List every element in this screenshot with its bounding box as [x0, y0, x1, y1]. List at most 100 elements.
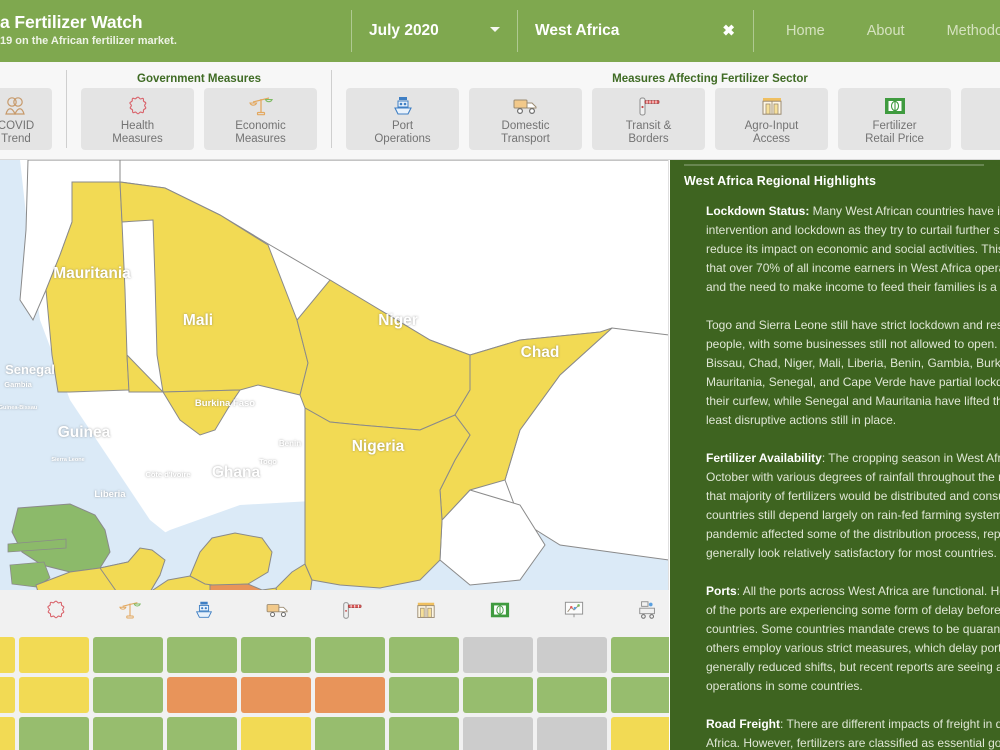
heatmap-cell[interactable] — [0, 677, 15, 713]
tile-economic-measures-label: Economic Measures — [235, 120, 286, 145]
heatmap-cell[interactable] — [93, 717, 163, 750]
heatmap-cell[interactable] — [167, 637, 237, 673]
panel-paragraph: Ports: All the ports across West Africa … — [706, 582, 1000, 696]
regional-highlights-panel[interactable]: West Africa Regional Highlights Lockdown… — [670, 160, 1000, 750]
panel-paragraph-line: Road Freight: There are different impact… — [706, 717, 1000, 731]
heatmap-cell[interactable] — [19, 717, 89, 750]
tile-port-operations-label: Port Operations — [374, 120, 431, 145]
heatmap-cell[interactable] — [241, 677, 311, 713]
panel-paragraph-line: intervention and lockdown as they try to… — [706, 223, 1000, 237]
heatmap-row — [0, 717, 669, 750]
chevron-down-icon — [490, 27, 500, 32]
heatmap-column-scales-icon[interactable] — [93, 590, 167, 634]
heatmap-cell[interactable] — [167, 717, 237, 750]
heatmap-row — [0, 637, 669, 673]
panel-paragraph-lead: Fertilizer Availability — [706, 451, 822, 465]
panel-paragraph-line: reduce its impact on economic and social… — [706, 242, 1000, 256]
heatmap-cell[interactable] — [0, 637, 15, 673]
map-svg[interactable] — [0, 160, 669, 590]
heatmap-cell[interactable] — [315, 637, 385, 673]
tile-health-measures-label: Health Measures — [112, 120, 163, 145]
nav-item-methodology[interactable]: Methodology — [947, 23, 1000, 39]
heatmap-column-cart-icon[interactable] — [611, 590, 669, 634]
tile-covid-trend[interactable]: COVID Trend — [0, 88, 52, 150]
tile-transit-borders[interactable]: Transit & Borders — [592, 88, 705, 150]
tile-domestic-transport-label: Domestic Transport — [501, 120, 550, 145]
heatmap-column-truck-icon[interactable] — [241, 590, 315, 634]
heatmap-cell[interactable] — [315, 717, 385, 750]
panel-paragraph-line: generally look relatively satisfactory f… — [706, 546, 997, 560]
close-icon[interactable]: ✖ — [722, 24, 735, 39]
toolbar-group-title-fertilizer: Measures Affecting Fertilizer Sector — [612, 73, 808, 85]
panel-paragraph-lead: Lockdown Status: — [706, 204, 810, 218]
nav-item-home[interactable]: Home — [786, 23, 825, 39]
panel-paragraph-line: Bissau, Chad, Niger, Mali, Liberia, Beni… — [706, 356, 1000, 370]
heatmap-row — [0, 677, 669, 713]
heatmap-cell[interactable] — [167, 677, 237, 713]
toolbar-group-title-government: Government Measures — [137, 73, 261, 85]
region-map[interactable]: Mauritania Mali Niger Chad Senegal Gambia Guin… — [0, 160, 669, 590]
tile-agro-input-access[interactable]: Agro-Input Access — [715, 88, 828, 150]
heatmap-column-ship-icon[interactable] — [167, 590, 241, 634]
country-measure-heatmap[interactable] — [0, 590, 669, 750]
panel-paragraph-line: countries still depend largely on rain-f… — [706, 508, 1000, 522]
period-select[interactable]: July 2020 — [352, 0, 517, 62]
panel-heading: West Africa Regional Highlights — [684, 174, 877, 188]
heatmap-cell[interactable] — [389, 637, 459, 673]
period-select-value: July 2020 — [369, 22, 439, 39]
scales-icon — [248, 94, 274, 118]
nav-item-about[interactable]: About — [867, 23, 905, 39]
toolbar-group-title-blank — [0, 62, 66, 88]
tile-fertilizer-retail-price[interactable]: Fertilizer Retail Price — [838, 88, 951, 150]
heatmap-cell[interactable] — [611, 677, 669, 713]
heatmap-column-virus-icon[interactable] — [19, 590, 93, 634]
heatmap-column-covid-trend-icon[interactable] — [0, 590, 19, 634]
heatmap-cell[interactable] — [463, 717, 533, 750]
heatmap-cell[interactable] — [389, 717, 459, 750]
tile-port-operations[interactable]: Port Operations — [346, 88, 459, 150]
panel-paragraph-line: Lockdown Status: Many West African count… — [706, 204, 1000, 218]
heatmap-cell[interactable] — [389, 677, 459, 713]
tile-economic-measures[interactable]: Economic Measures — [204, 88, 317, 150]
page-subtitle: 19 on the African fertilizer market. — [0, 35, 177, 47]
panel-paragraph: Lockdown Status: Many West African count… — [706, 202, 1000, 297]
tile-health-measures[interactable]: Health Measures — [81, 88, 194, 150]
heatmap-grid — [0, 634, 669, 750]
heatmap-cell[interactable] — [611, 717, 669, 750]
barrier-icon — [340, 599, 364, 626]
panel-paragraph: Road Freight: There are different impact… — [706, 715, 1000, 750]
shop-icon — [415, 600, 437, 625]
main-nav: Home About Methodology — [754, 0, 1000, 62]
heatmap-cell[interactable] — [537, 717, 607, 750]
virus-icon — [44, 598, 68, 627]
heatmap-cell[interactable] — [537, 637, 607, 673]
panel-paragraph-lead: Road Freight — [706, 717, 780, 731]
panel-paragraph-line: people, with some businesses still not a… — [706, 337, 1000, 351]
heatmap-cell[interactable] — [611, 637, 669, 673]
heatmap-column-barrier-icon[interactable] — [315, 590, 389, 634]
heatmap-cell[interactable] — [19, 677, 89, 713]
heatmap-cell[interactable] — [19, 637, 89, 673]
heatmap-cell[interactable] — [0, 717, 15, 750]
page-title: a Fertilizer Watch — [0, 12, 143, 32]
heatmap-cell[interactable] — [463, 677, 533, 713]
panel-body: Lockdown Status: Many West African count… — [684, 202, 1000, 750]
heatmap-column-money-icon[interactable] — [463, 590, 537, 634]
app-header: a Fertilizer Watch 19 on the African fer… — [0, 0, 1000, 62]
heatmap-cell[interactable] — [93, 677, 163, 713]
heatmap-cell[interactable] — [463, 637, 533, 673]
panel-paragraph-line: and the need to make income to feed thei… — [706, 280, 1000, 294]
heatmap-cell[interactable] — [315, 677, 385, 713]
heatmap-cell[interactable] — [241, 637, 311, 673]
region-select[interactable]: West Africa ✖ — [518, 0, 753, 62]
tile-domestic-transport[interactable]: Domestic Transport — [469, 88, 582, 150]
heatmap-column-shop-icon[interactable] — [389, 590, 463, 634]
tile-sector-response[interactable]: Sect Respo — [961, 88, 1000, 150]
heatmap-cell[interactable] — [93, 637, 163, 673]
heatmap-cell[interactable] — [537, 677, 607, 713]
heatmap-column-presentation-icon[interactable] — [537, 590, 611, 634]
toolbar-group-covid: COVID Trend — [0, 62, 66, 159]
panel-top-rule — [684, 164, 984, 166]
panel-paragraph-line: Togo and Sierra Leone still have strict … — [706, 318, 1000, 332]
heatmap-cell[interactable] — [241, 717, 311, 750]
